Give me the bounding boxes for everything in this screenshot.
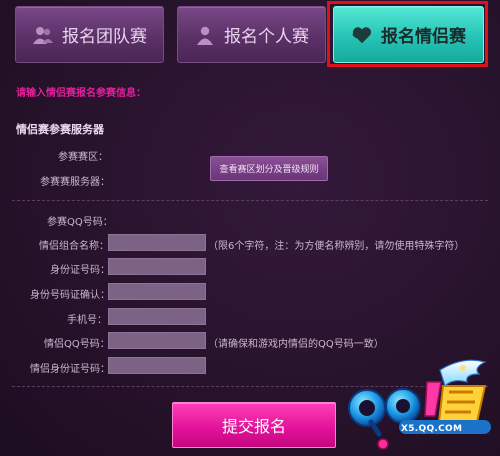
- id-field[interactable]: [108, 258, 206, 275]
- id-confirm-field[interactable]: [108, 283, 206, 300]
- submit-button[interactable]: 提交报名: [172, 402, 336, 448]
- divider-top: [12, 200, 488, 201]
- tab-couple-label: 报名情侣赛: [381, 27, 466, 47]
- view-rules-button[interactable]: 查看赛区划分及晋级规则: [210, 156, 328, 181]
- person-icon: [194, 24, 216, 46]
- tab-solo-label: 报名个人赛: [224, 27, 309, 47]
- combo-name-field[interactable]: [108, 234, 206, 251]
- partner-id-field[interactable]: [108, 357, 206, 374]
- registration-page: 报名团队赛 报名个人赛 报名情侣赛 请输入情侣赛报名参赛信息： 情侣赛参赛服务器…: [0, 0, 500, 456]
- heart-icon: [351, 24, 373, 46]
- tab-team-label: 报名团队赛: [62, 27, 147, 47]
- tab-solo-register[interactable]: 报名个人赛: [177, 6, 326, 63]
- section-title: 情侣赛参赛服务器: [16, 123, 104, 136]
- tab-team-register[interactable]: 报名团队赛: [15, 6, 164, 63]
- region-label: 参赛赛区：: [58, 152, 108, 163]
- server-label: 参赛赛服务器：: [40, 177, 110, 188]
- tab-couple-register[interactable]: 报名情侣赛: [333, 6, 484, 63]
- id-label: 身份证号码：: [50, 265, 110, 276]
- combo-name-hint: （限6个字符，注：为方便名称辨别，请勿使用特殊字符）: [208, 241, 465, 252]
- qq-label: 参赛QQ号码：: [47, 217, 113, 228]
- partner-qq-label: 情侣QQ号码：: [44, 339, 110, 350]
- qq-x5-logo: [348, 359, 491, 450]
- id-confirm-label: 身份号码证确认：: [30, 290, 110, 301]
- form-notice: 请输入情侣赛报名参赛信息：: [16, 88, 146, 99]
- logo-url: X5.QQ.COM: [401, 424, 463, 434]
- combo-name-label: 情侣组合名称：: [39, 241, 109, 252]
- partner-qq-hint: （请确保和游戏内情侣的QQ号码一致）: [208, 339, 384, 350]
- partner-id-label: 情侣身份证号码：: [30, 364, 110, 375]
- team-icon: [32, 24, 54, 46]
- phone-field[interactable]: [108, 308, 206, 325]
- partner-qq-field[interactable]: [108, 332, 206, 349]
- phone-label: 手机号：: [67, 315, 107, 326]
